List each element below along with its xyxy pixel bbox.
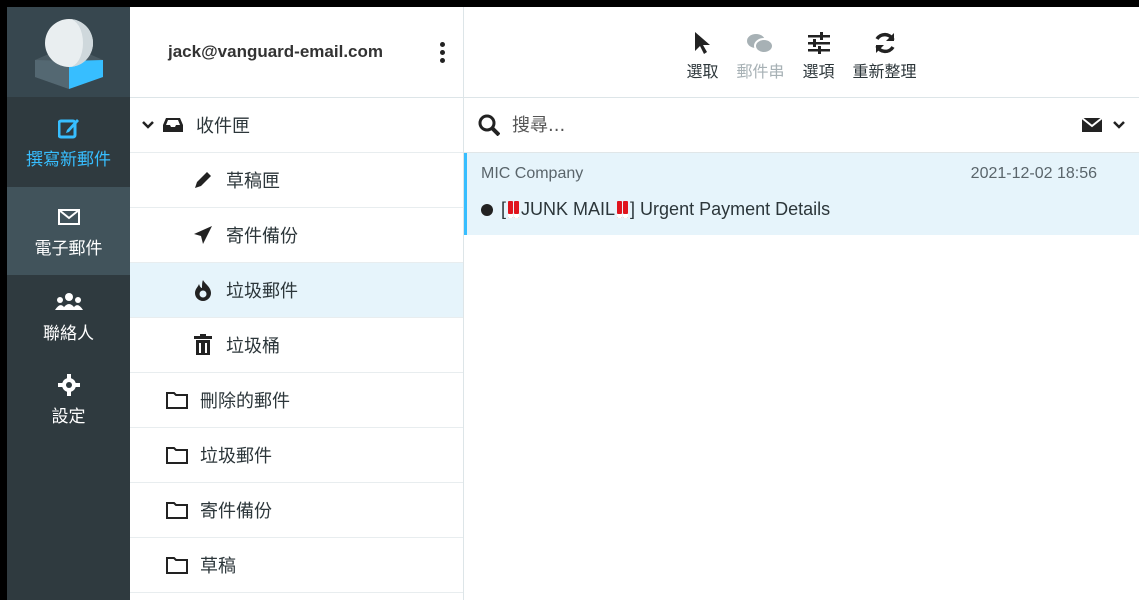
message-date: 2021-12-02 18:56	[970, 165, 1097, 182]
folder-label: 寄件備份	[200, 501, 272, 522]
nav-email[interactable]: 電子郵件	[7, 187, 130, 275]
search-input[interactable]	[510, 113, 1081, 137]
comments-icon	[746, 28, 775, 58]
message-sender: MIC Company	[481, 165, 584, 182]
subject-text: ] Urgent Payment Details	[630, 199, 831, 219]
folder-icon	[166, 501, 188, 519]
search-bar	[464, 98, 1139, 153]
compose-icon	[57, 115, 80, 141]
folder-drafts-2[interactable]: 草稿	[130, 538, 463, 593]
chevron-down-icon[interactable]	[142, 120, 154, 130]
folder-label: 收件匣	[196, 116, 250, 137]
account-email: jack@vanguard-email.com	[168, 42, 383, 61]
subject-junk-tag: JUNK MAIL	[521, 199, 616, 219]
envelope-icon	[57, 204, 80, 230]
fire-icon	[192, 279, 214, 301]
unread-dot-icon[interactable]	[481, 203, 493, 216]
folder-sent[interactable]: 寄件備份	[130, 208, 463, 263]
subject-prefix: [	[501, 199, 507, 219]
cursor-icon	[693, 28, 711, 58]
users-icon	[54, 289, 83, 315]
logo[interactable]	[7, 7, 130, 97]
folder-label: 刪除的郵件	[200, 391, 290, 412]
chevron-down-icon	[1113, 121, 1125, 129]
pencil-icon	[192, 170, 214, 190]
message-list-pane: 選取 郵件串 選項 重新整理 搜尋... MIC Company 2021-12…	[464, 7, 1139, 600]
folder-drafts[interactable]: 草稿匣	[130, 153, 463, 208]
threads-label: 郵件串	[736, 62, 785, 81]
app-window: 撰寫新郵件 電子郵件 聯絡人 設定 jack@vanguard-email.co…	[7, 7, 1139, 600]
refresh-icon	[873, 28, 897, 58]
nav-contacts[interactable]: 聯絡人	[7, 275, 130, 358]
message-subject: [ JUNK MAIL ] Urgent Payment Details	[481, 199, 1139, 220]
account-header: jack@vanguard-email.com	[130, 7, 463, 98]
compose-button[interactable]: 撰寫新郵件	[7, 97, 130, 187]
inbox-icon	[162, 117, 184, 133]
left-rail: 撰寫新郵件 電子郵件 聯絡人 設定	[7, 7, 130, 600]
sliders-icon	[807, 28, 831, 58]
refresh-label: 重新整理	[852, 62, 917, 81]
envelope-filter-icon	[1081, 117, 1103, 132]
folder-trash[interactable]: 垃圾桶	[130, 318, 463, 373]
folder-deleted[interactable]: 刪除的郵件	[130, 373, 463, 428]
folder-icon	[166, 446, 188, 464]
folder-label: 草稿	[200, 556, 236, 577]
folder-icon	[166, 391, 188, 409]
folder-inbox[interactable]: 收件匣	[130, 98, 463, 153]
nav-settings-label: 設定	[51, 407, 86, 427]
nav-email-label: 電子郵件	[34, 238, 103, 259]
folder-label: 垃圾桶	[226, 336, 280, 357]
folder-junk-2[interactable]: 垃圾郵件	[130, 428, 463, 483]
account-menu-button[interactable]	[436, 38, 449, 67]
folder-label: 垃圾郵件	[226, 281, 298, 302]
message-row[interactable]: MIC Company 2021-12-02 18:56 [ JUNK MAIL…	[464, 153, 1139, 235]
compose-label: 撰寫新郵件	[26, 149, 111, 170]
gear-icon	[57, 372, 80, 398]
folder-sent-2[interactable]: 寄件備份	[130, 483, 463, 538]
threads-button[interactable]: 郵件串	[736, 28, 785, 82]
toolbar: 選取 郵件串 選項 重新整理	[464, 7, 1139, 98]
exclamation-icon	[508, 201, 520, 218]
folder-icon	[166, 556, 188, 574]
paper-plane-icon	[192, 225, 214, 245]
folder-label: 草稿匣	[226, 171, 280, 192]
folder-junk[interactable]: 垃圾郵件	[130, 263, 463, 318]
select-button[interactable]: 選取	[686, 28, 718, 82]
options-button[interactable]: 選項	[803, 28, 835, 82]
folder-pane: jack@vanguard-email.com 收件匣 草稿匣 寄件備份 垃圾郵…	[130, 7, 464, 600]
exclamation-icon	[617, 201, 629, 218]
refresh-button[interactable]: 重新整理	[853, 28, 917, 82]
logo-icon	[34, 19, 103, 89]
search-options[interactable]	[1081, 117, 1125, 133]
folder-label: 垃圾郵件	[200, 446, 272, 467]
select-label: 選取	[686, 62, 719, 81]
options-label: 選項	[802, 62, 835, 81]
nav-settings[interactable]: 設定	[7, 358, 130, 441]
trash-icon	[192, 334, 214, 356]
folder-label: 寄件備份	[226, 226, 298, 247]
search-icon[interactable]	[478, 114, 500, 136]
nav-contacts-label: 聯絡人	[43, 324, 94, 344]
